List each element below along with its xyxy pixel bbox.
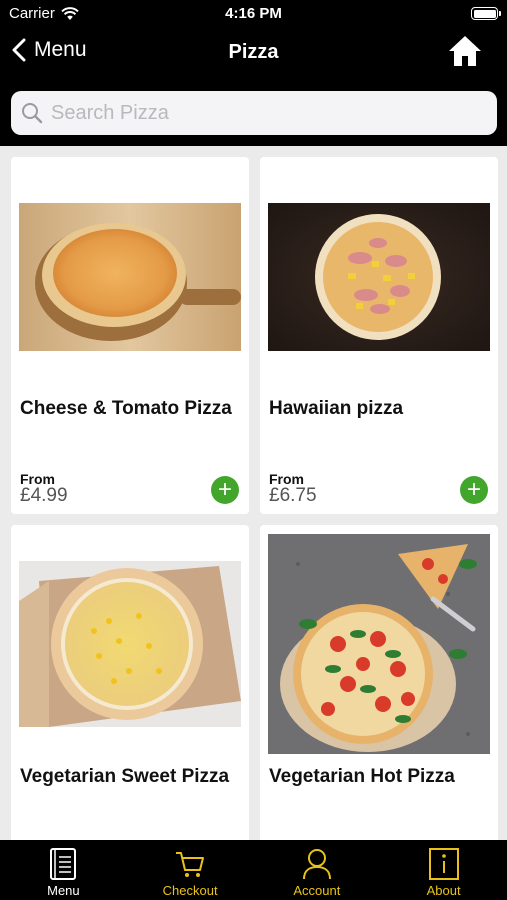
tab-label: Menu [47, 883, 80, 898]
product-name: Vegetarian Hot Pizza [269, 766, 455, 787]
info-icon [428, 848, 459, 880]
from-label: From [20, 471, 55, 487]
navigation-bar: Menu Pizza [0, 28, 507, 80]
search-field[interactable] [11, 91, 497, 135]
product-card-vegetarian-hot[interactable]: Vegetarian Hot Pizza [260, 525, 498, 840]
home-icon [449, 36, 481, 66]
hot-pizza-photo [268, 534, 490, 754]
add-to-basket-button[interactable]: + [211, 476, 239, 504]
add-to-basket-button[interactable]: + [460, 476, 488, 504]
product-name: Cheese & Tomato Pizza [20, 398, 232, 419]
tab-bar: Menu Checkout Account About [0, 840, 507, 900]
tab-checkout[interactable]: Checkout [127, 840, 254, 900]
cart-icon [176, 852, 205, 877]
tab-label: Checkout [162, 883, 218, 898]
tab-account[interactable]: Account [254, 840, 381, 900]
product-grid-area: Cheese & Tomato Pizza From £4.99 + Hawai… [0, 146, 507, 840]
clock: 4:16 PM [225, 5, 282, 22]
search-icon [22, 103, 43, 124]
sweetcorn-pizza-photo [19, 561, 241, 727]
cheese-tomato-pizza-photo [19, 203, 241, 351]
hawaiian-pizza-photo [268, 203, 490, 351]
product-price: £4.99 [20, 485, 68, 506]
plus-icon: + [466, 476, 481, 503]
product-card-hawaiian[interactable]: Hawaiian pizza From £6.75 + [260, 157, 498, 514]
from-label: From [269, 471, 304, 487]
home-button[interactable] [447, 34, 483, 73]
tab-menu[interactable]: Menu [0, 840, 127, 900]
search-bar-area [0, 80, 507, 146]
page-title: Pizza [228, 41, 279, 63]
status-bar: Carrier 4:16 PM [0, 0, 507, 28]
battery-icon [471, 7, 501, 20]
product-price: £6.75 [269, 485, 317, 506]
tab-label: Account [293, 883, 341, 898]
product-grid: Cheese & Tomato Pizza From £4.99 + Hawai… [0, 146, 507, 840]
plus-icon: + [217, 476, 232, 503]
user-icon [302, 849, 331, 880]
price-block: From £4.99 [20, 472, 68, 506]
tab-label: About [426, 883, 461, 898]
tab-about[interactable]: About [380, 840, 507, 900]
price-block: From £6.75 [269, 472, 317, 506]
product-card-vegetarian-sweet[interactable]: Vegetarian Sweet Pizza [11, 525, 249, 840]
search-input[interactable] [51, 101, 471, 125]
menu-book-icon [50, 848, 77, 880]
product-name: Hawaiian pizza [269, 398, 404, 419]
product-card-cheese-tomato[interactable]: Cheese & Tomato Pizza From £4.99 + [11, 157, 249, 514]
product-name: Vegetarian Sweet Pizza [20, 766, 230, 787]
